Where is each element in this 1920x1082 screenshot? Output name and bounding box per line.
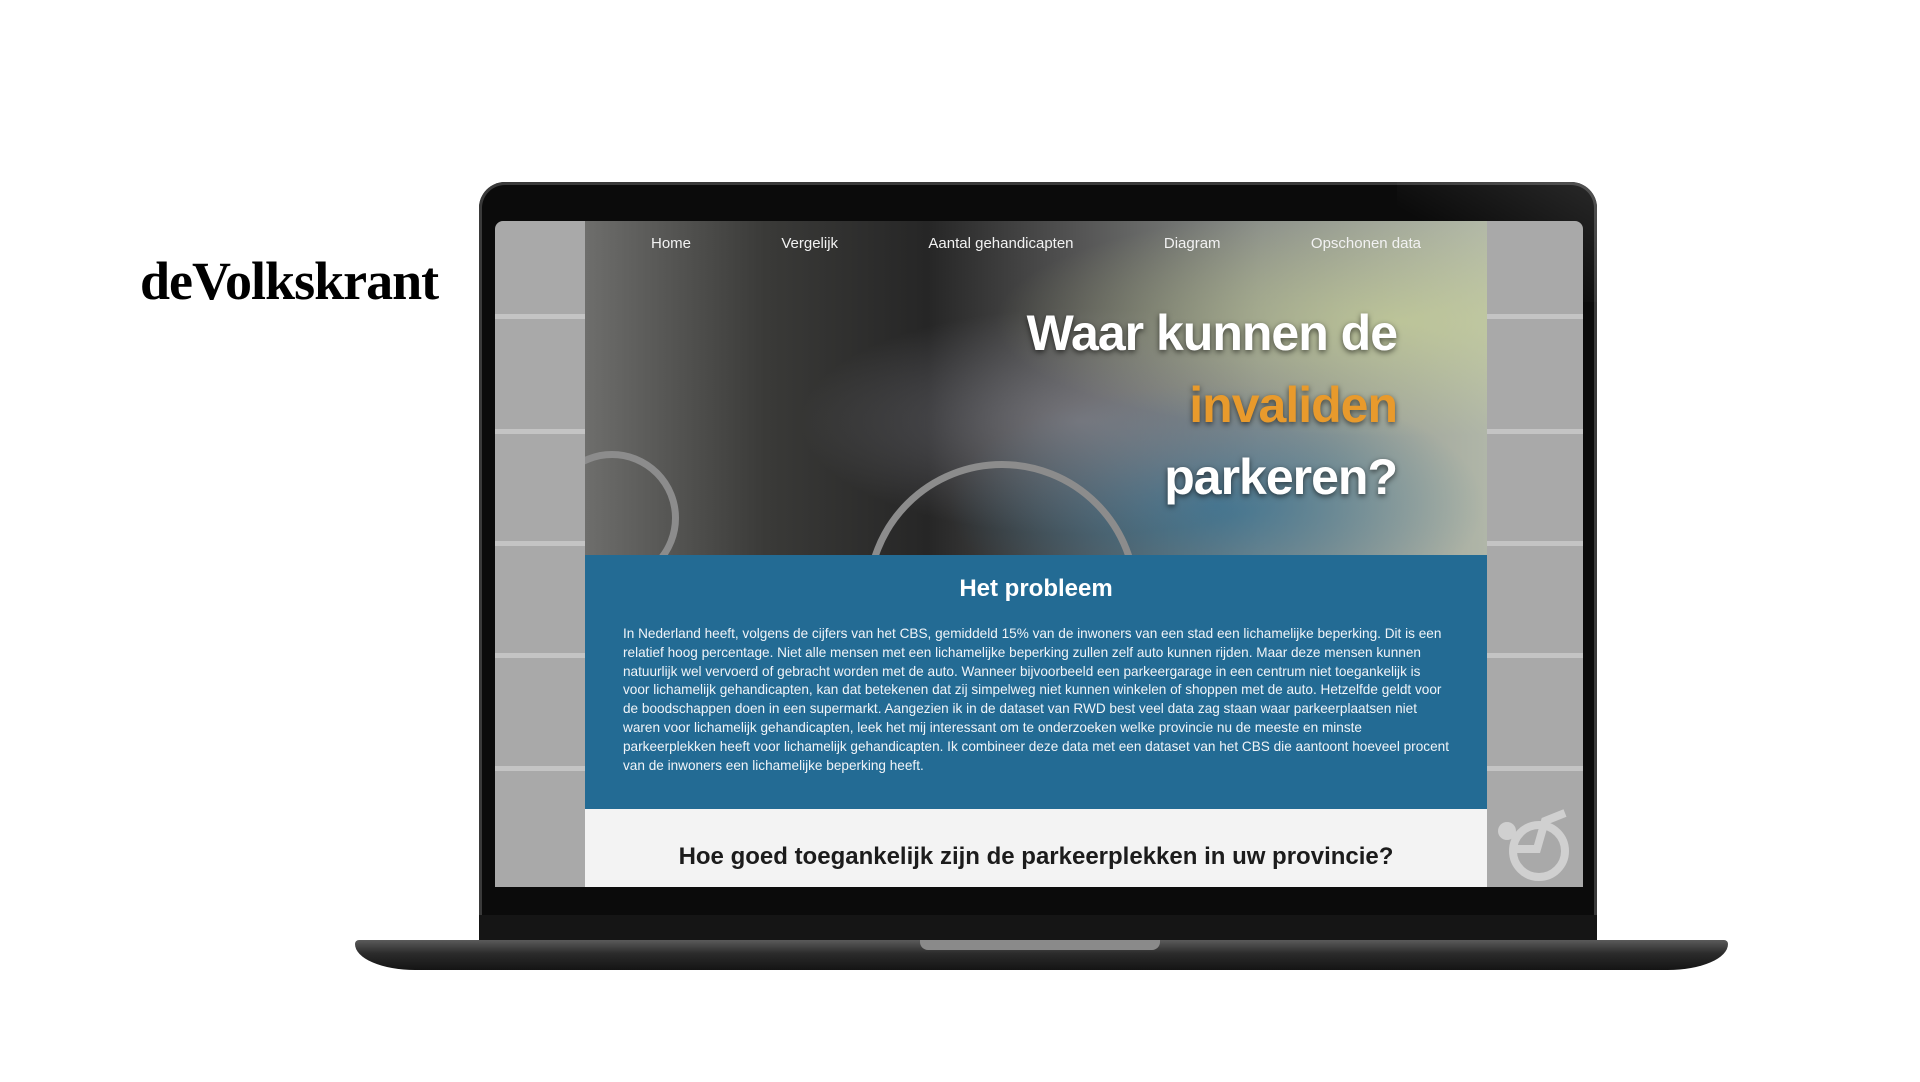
nav-aantal-gehandicapten[interactable]: Aantal gehandicapten bbox=[928, 235, 1073, 252]
hero-title-line1: Waar kunnen de bbox=[1026, 305, 1398, 361]
wheel-shape bbox=[585, 451, 679, 555]
laptop-notch bbox=[920, 940, 1160, 950]
laptop-hinge bbox=[479, 915, 1597, 941]
nav-opschonen-data[interactable]: Opschonen data bbox=[1311, 235, 1421, 252]
website-page: Home Vergelijk Aantal gehandicapten Diag… bbox=[585, 221, 1487, 887]
laptop-screen: Home Vergelijk Aantal gehandicapten Diag… bbox=[495, 221, 1583, 887]
hero-title-line3: parkeren? bbox=[1164, 449, 1398, 505]
nav-diagram[interactable]: Diagram bbox=[1164, 235, 1221, 252]
main-nav: Home Vergelijk Aantal gehandicapten Diag… bbox=[585, 235, 1487, 252]
nav-vergelijk[interactable]: Vergelijk bbox=[781, 235, 838, 252]
nav-home[interactable]: Home bbox=[651, 235, 691, 252]
question-heading: Hoe goed toegankelijk zijn de parkeerple… bbox=[678, 843, 1394, 870]
problem-section: Het probleem In Nederland heeft, volgens… bbox=[585, 555, 1487, 809]
wheelchair-icon bbox=[1498, 809, 1569, 881]
problem-heading: Het probleem bbox=[959, 575, 1113, 602]
hero-title: Waar kunnen de invaliden parkeren? bbox=[1026, 297, 1398, 513]
hero-title-accent: invaliden bbox=[1189, 377, 1398, 433]
brand-logo: deVolkskrant bbox=[140, 251, 439, 311]
problem-text: In Nederland heeft, volgens de cijfers v… bbox=[623, 626, 1449, 773]
laptop-base bbox=[355, 940, 1728, 970]
hero-banner: Home Vergelijk Aantal gehandicapten Diag… bbox=[585, 221, 1487, 555]
